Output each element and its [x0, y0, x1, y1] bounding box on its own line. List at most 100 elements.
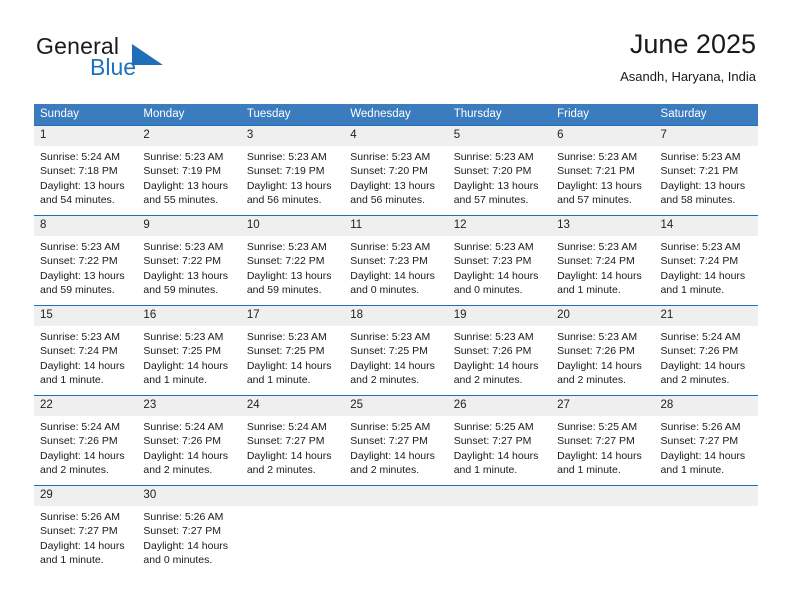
day-cell[interactable]: 30 Sunrise: 5:26 AM Sunset: 7:27 PM Dayligh… — [137, 485, 241, 575]
daylight-text-line1: Daylight: 14 hours — [246, 359, 332, 372]
daylight-text-line2: and 59 minutes. — [143, 284, 219, 297]
day-details: Sunrise: 5:23 AM Sunset: 7:19 PM Daylight:… — [137, 146, 241, 208]
day-cell[interactable]: 13 Sunrise: 5:23 AM Sunset: 7:24 PM Dayligh… — [551, 215, 655, 305]
day-cell[interactable]: 27 Sunrise: 5:25 AM Sunset: 7:27 PM Dayligh… — [551, 395, 655, 485]
day-cell[interactable]: 26 Sunrise: 5:25 AM Sunset: 7:27 PM Dayligh… — [447, 395, 552, 485]
sunset-text: Sunset: 7:27 PM — [143, 525, 222, 538]
sunrise-text: Sunrise: 5:24 AM — [143, 421, 224, 433]
calendar-week-row: 1 Sunrise: 5:24 AM Sunset: 7:18 PM Daylight… — [34, 125, 758, 215]
weekday-header-wednesday: Wednesday — [344, 104, 448, 125]
sunrise-text: Sunrise: 5:23 AM — [660, 151, 741, 163]
daylight-text-line1: Daylight: 14 hours — [557, 359, 642, 372]
day-details: Sunrise: 5:26 AM Sunset: 7:27 PM Daylight:… — [34, 506, 138, 568]
day-cell[interactable]: 6 Sunrise: 5:23 AM Sunset: 7:21 PM Daylight… — [551, 125, 655, 215]
sunrise-text: Sunrise: 5:24 AM — [660, 331, 741, 343]
day-cell[interactable]: 16 Sunrise: 5:23 AM Sunset: 7:25 PM Dayligh… — [137, 305, 241, 395]
day-cell[interactable]: 15 Sunrise: 5:23 AM Sunset: 7:24 PM Dayligh… — [34, 305, 138, 395]
day-cell-empty — [447, 485, 552, 575]
day-cell[interactable]: 25 Sunrise: 5:25 AM Sunset: 7:27 PM Dayligh… — [344, 395, 448, 485]
day-cell[interactable]: 14 Sunrise: 5:23 AM Sunset: 7:24 PM Dayligh… — [654, 215, 758, 305]
day-cell[interactable]: 28 Sunrise: 5:26 AM Sunset: 7:27 PM Dayligh… — [654, 395, 758, 485]
daylight-text-line1: Daylight: 13 hours — [246, 179, 332, 192]
day-details: Sunrise: 5:23 AM Sunset: 7:25 PM Daylight:… — [240, 326, 345, 388]
day-cell[interactable]: 1 Sunrise: 5:24 AM Sunset: 7:18 PM Daylight… — [34, 125, 138, 215]
day-number: 10 — [240, 216, 345, 236]
day-details — [241, 506, 344, 510]
day-number: 28 — [654, 396, 758, 416]
day-cell[interactable]: 7 Sunrise: 5:23 AM Sunset: 7:21 PM Daylight… — [654, 125, 758, 215]
day-number: 7 — [654, 126, 758, 146]
day-cell[interactable]: 21 Sunrise: 5:24 AM Sunset: 7:26 PM Dayligh… — [654, 305, 758, 395]
day-details — [344, 506, 447, 510]
day-number: 8 — [34, 216, 138, 236]
day-cell[interactable]: 18 Sunrise: 5:23 AM Sunset: 7:25 PM Dayligh… — [344, 305, 448, 395]
day-cell[interactable]: 17 Sunrise: 5:23 AM Sunset: 7:25 PM Dayligh… — [240, 305, 345, 395]
daylight-text-line1: Daylight: 14 hours — [453, 449, 539, 462]
day-cell-empty — [551, 485, 655, 575]
daylight-text-line2: and 2 minutes. — [350, 374, 420, 387]
daylight-text-line1: Daylight: 14 hours — [557, 449, 642, 462]
day-number: 14 — [654, 216, 758, 236]
day-details — [551, 506, 654, 510]
day-details: Sunrise: 5:23 AM Sunset: 7:19 PM Daylight:… — [240, 146, 345, 208]
day-number — [240, 486, 345, 506]
sunrise-text: Sunrise: 5:23 AM — [246, 151, 327, 163]
sunrise-text: Sunrise: 5:26 AM — [660, 421, 741, 433]
day-cell[interactable]: 19 Sunrise: 5:23 AM Sunset: 7:26 PM Dayligh… — [447, 305, 552, 395]
sunset-text: Sunset: 7:24 PM — [40, 345, 118, 358]
day-cell[interactable]: 20 Sunrise: 5:23 AM Sunset: 7:26 PM Dayligh… — [551, 305, 655, 395]
sunrise-text: Sunrise: 5:23 AM — [350, 241, 431, 253]
daylight-text-line1: Daylight: 14 hours — [660, 269, 746, 282]
daylight-text-line2: and 2 minutes. — [350, 464, 420, 477]
day-cell[interactable]: 3 Sunrise: 5:23 AM Sunset: 7:19 PM Daylight… — [240, 125, 345, 215]
day-cell[interactable]: 10 Sunrise: 5:23 AM Sunset: 7:22 PM Dayligh… — [240, 215, 345, 305]
day-cell[interactable]: 29 Sunrise: 5:26 AM Sunset: 7:27 PM Dayligh… — [34, 485, 138, 575]
day-number: 27 — [551, 396, 655, 416]
sunset-text: Sunset: 7:24 PM — [557, 255, 635, 268]
day-cell[interactable]: 22 Sunrise: 5:24 AM Sunset: 7:26 PM Dayligh… — [34, 395, 138, 485]
day-number: 25 — [344, 396, 448, 416]
daylight-text-line2: and 2 minutes. — [40, 464, 109, 477]
daylight-text-line1: Daylight: 13 hours — [40, 179, 125, 192]
sunrise-text: Sunrise: 5:23 AM — [350, 331, 431, 343]
day-cell[interactable]: 24 Sunrise: 5:24 AM Sunset: 7:27 PM Dayligh… — [240, 395, 345, 485]
day-details: Sunrise: 5:25 AM Sunset: 7:27 PM Daylight:… — [551, 416, 655, 478]
day-cell[interactable]: 8 Sunrise: 5:23 AM Sunset: 7:22 PM Daylight… — [34, 215, 138, 305]
daylight-text-line1: Daylight: 14 hours — [350, 269, 435, 282]
day-cell[interactable]: 9 Sunrise: 5:23 AM Sunset: 7:22 PM Daylight… — [137, 215, 241, 305]
daylight-text-line1: Daylight: 14 hours — [453, 359, 539, 372]
sunset-text: Sunset: 7:23 PM — [453, 255, 532, 268]
general-blue-logo[interactable]: General Blue — [36, 33, 236, 89]
day-cell[interactable]: 2 Sunrise: 5:23 AM Sunset: 7:19 PM Daylight… — [137, 125, 241, 215]
daylight-text-line2: and 59 minutes. — [40, 284, 115, 297]
sunset-text: Sunset: 7:26 PM — [660, 345, 739, 358]
daylight-text-line1: Daylight: 13 hours — [246, 269, 332, 282]
daylight-text-line1: Daylight: 13 hours — [660, 179, 746, 192]
sunset-text: Sunset: 7:22 PM — [143, 255, 222, 268]
day-cell[interactable]: 11 Sunrise: 5:23 AM Sunset: 7:23 PM Dayligh… — [344, 215, 448, 305]
sunset-text: Sunset: 7:27 PM — [660, 435, 739, 448]
sunset-text: Sunset: 7:23 PM — [350, 255, 428, 268]
day-cell-empty — [240, 485, 345, 575]
day-cell[interactable]: 5 Sunrise: 5:23 AM Sunset: 7:20 PM Daylight… — [447, 125, 552, 215]
day-cell[interactable]: 4 Sunrise: 5:23 AM Sunset: 7:20 PM Daylight… — [344, 125, 448, 215]
day-details: Sunrise: 5:23 AM Sunset: 7:26 PM Daylight:… — [447, 326, 552, 388]
sunrise-text: Sunrise: 5:23 AM — [453, 331, 534, 343]
sunrise-text: Sunrise: 5:23 AM — [246, 241, 327, 253]
sunset-text: Sunset: 7:25 PM — [350, 345, 428, 358]
sunset-text: Sunset: 7:27 PM — [350, 435, 428, 448]
day-details: Sunrise: 5:23 AM Sunset: 7:26 PM Daylight:… — [551, 326, 655, 388]
day-cell[interactable]: 23 Sunrise: 5:24 AM Sunset: 7:26 PM Dayligh… — [137, 395, 241, 485]
day-cell[interactable]: 12 Sunrise: 5:23 AM Sunset: 7:23 PM Dayligh… — [447, 215, 552, 305]
day-details: Sunrise: 5:24 AM Sunset: 7:18 PM Daylight:… — [34, 146, 138, 208]
day-number — [551, 486, 655, 506]
daylight-text-line1: Daylight: 14 hours — [143, 539, 229, 552]
daylight-text-line2: and 2 minutes. — [660, 374, 730, 387]
day-details: Sunrise: 5:23 AM Sunset: 7:21 PM Daylight:… — [551, 146, 655, 208]
day-number: 24 — [240, 396, 345, 416]
day-details: Sunrise: 5:23 AM Sunset: 7:24 PM Daylight:… — [34, 326, 138, 388]
sunrise-text: Sunrise: 5:25 AM — [350, 421, 431, 433]
sunrise-text: Sunrise: 5:26 AM — [143, 511, 224, 523]
day-details — [448, 506, 551, 510]
daylight-text-line2: and 2 minutes. — [557, 374, 626, 387]
